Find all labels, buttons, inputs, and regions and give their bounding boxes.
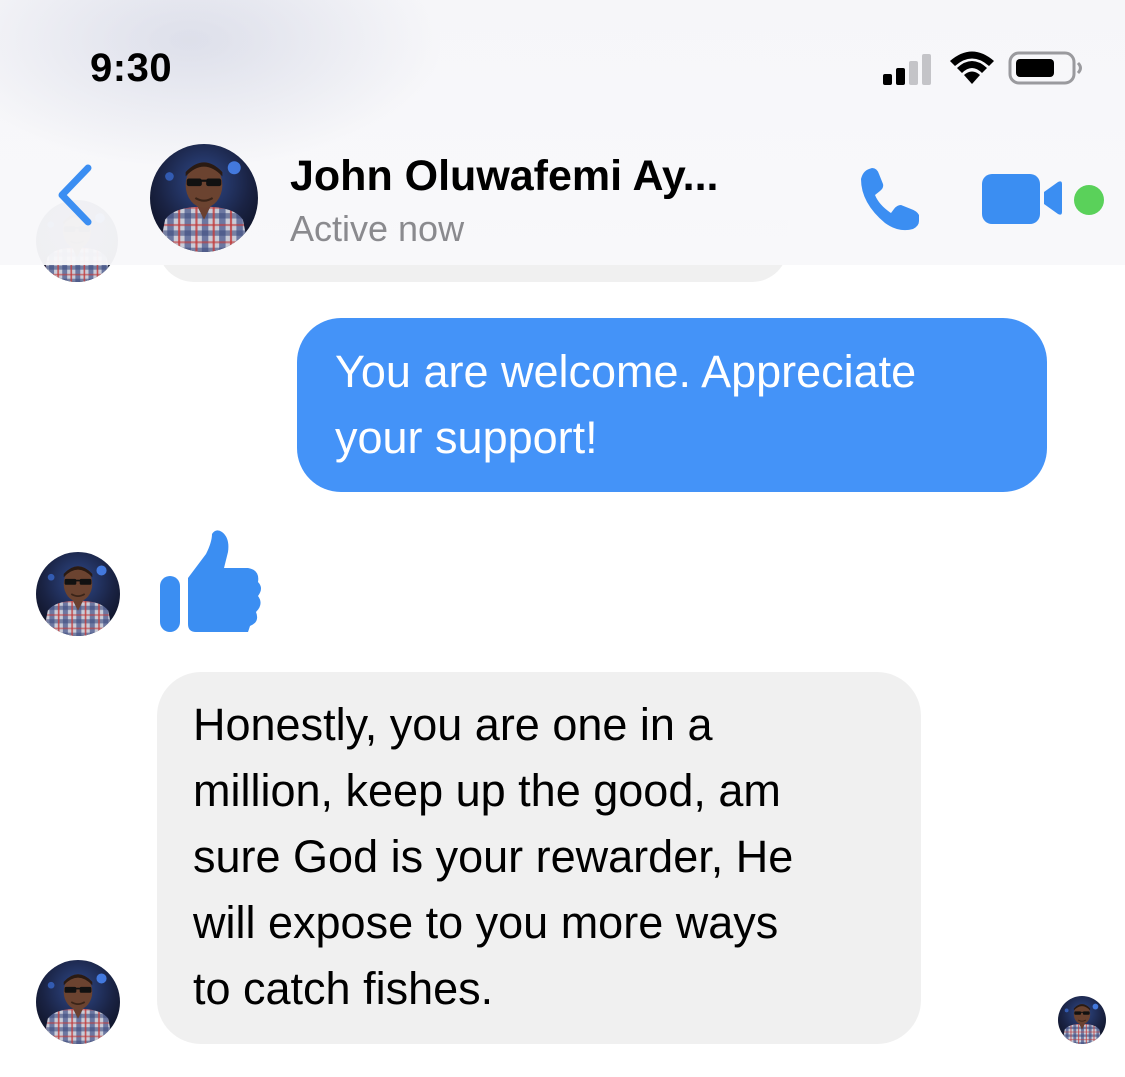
message-line: sure God is your rewarder, He	[193, 831, 794, 882]
battery-icon	[1008, 51, 1082, 85]
message-line: million, keep up the good, am	[193, 765, 781, 816]
thumbs-up-icon[interactable]	[156, 528, 264, 636]
message-line: will expose to you more ways	[193, 897, 779, 948]
message-line: your support!	[335, 412, 598, 463]
contact-avatar[interactable]	[150, 144, 258, 252]
message-line: You are welcome. Appreciate	[335, 346, 917, 397]
chevron-left-icon[interactable]	[50, 162, 100, 228]
contact-name[interactable]: John Oluwafemi Ay...	[290, 152, 718, 201]
chat-header: 9:30 John Oluwafemi Ay... Active now	[0, 0, 1125, 265]
cellular-signal-icon	[883, 53, 935, 85]
video-camera-icon[interactable]	[980, 170, 1064, 226]
online-status-dot	[1074, 185, 1104, 215]
messenger-chat-screen: 9:30 John Oluwafemi Ay... Active now You…	[0, 0, 1125, 1077]
message-line: to catch fishes.	[193, 963, 494, 1014]
contact-avatar[interactable]	[36, 552, 120, 636]
contact-avatar[interactable]	[36, 960, 120, 1044]
outgoing-message-bubble[interactable]: You are welcome. Appreciate your support…	[297, 318, 1047, 492]
read-receipt-avatar	[1058, 996, 1106, 1044]
phone-icon[interactable]	[855, 163, 927, 235]
contact-status: Active now	[290, 208, 465, 249]
incoming-message-bubble[interactable]: Honestly, you are one in a million, keep…	[157, 672, 921, 1044]
status-time: 9:30	[90, 46, 173, 90]
wifi-icon	[950, 51, 994, 84]
message-line: Honestly, you are one in a	[193, 699, 713, 750]
